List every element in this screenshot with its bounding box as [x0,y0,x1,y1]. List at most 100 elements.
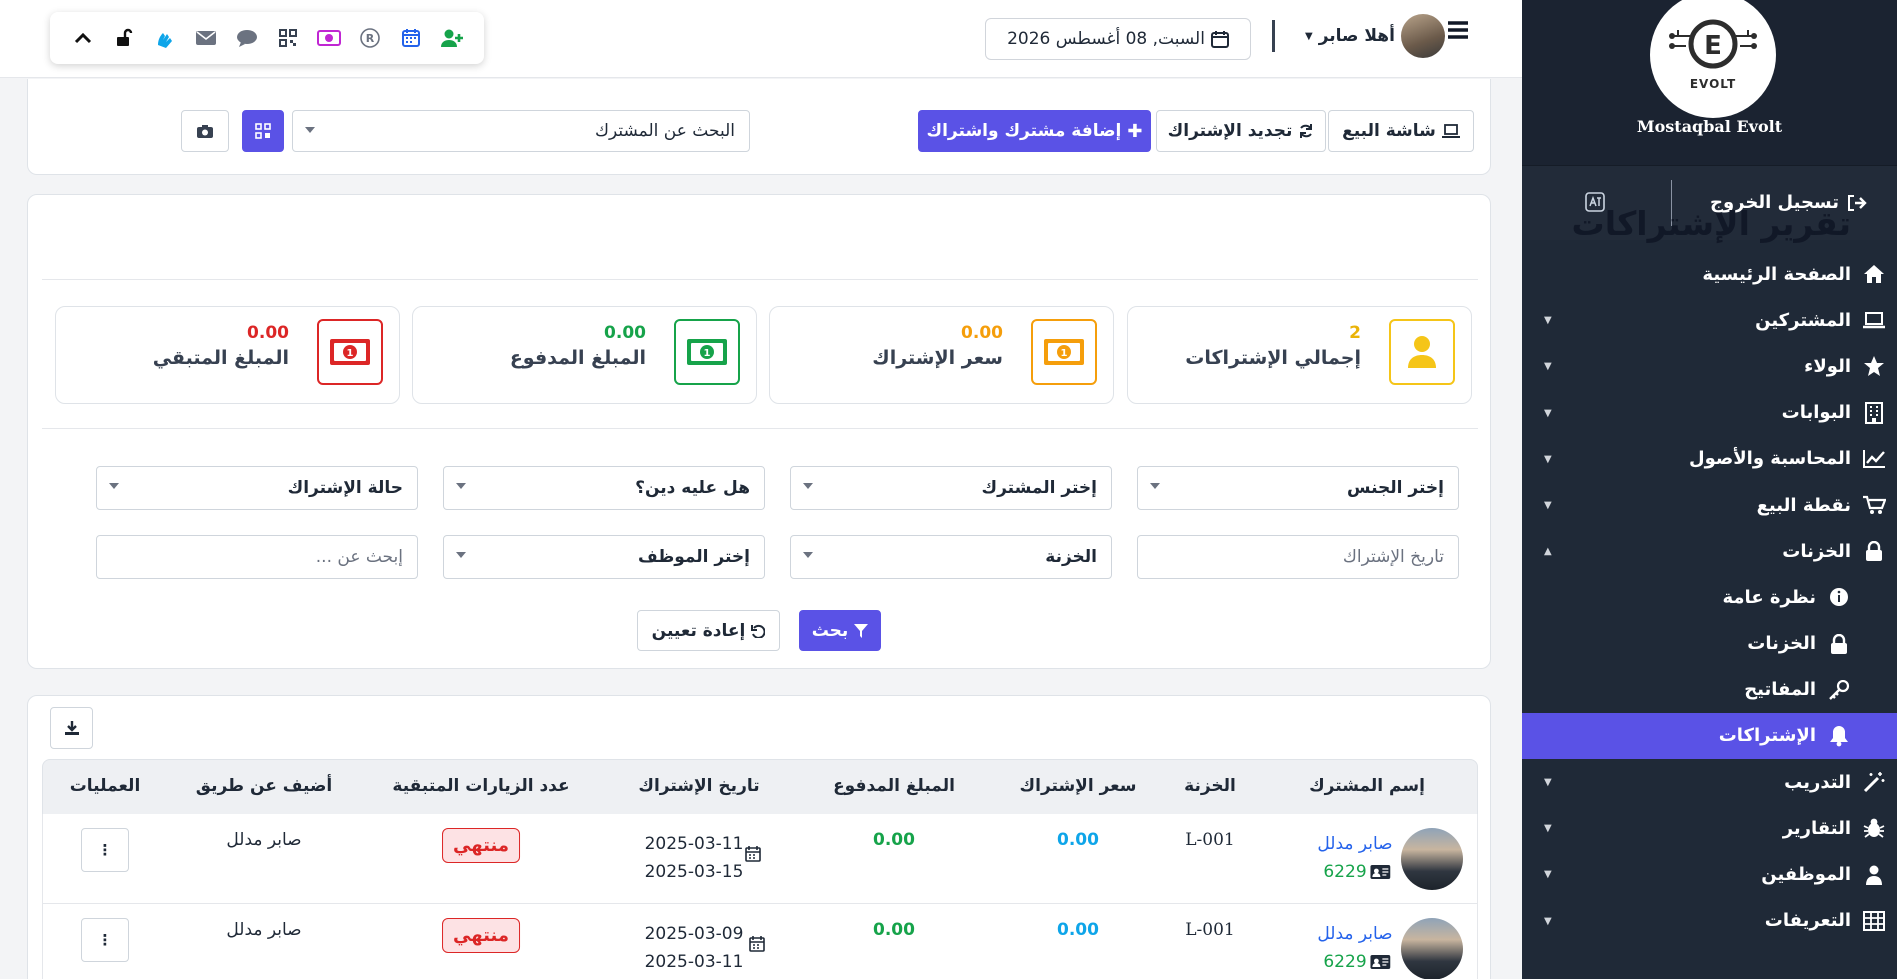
report-card [27,194,1491,669]
money-bill-icon[interactable] [316,25,342,51]
qrcode-icon [255,123,271,139]
sidebar-item-6[interactable]: الخزنات ▲ [1522,528,1897,574]
status-select[interactable]: حالة الإشتراك [96,466,418,510]
row-actions-button[interactable]: ⋮ [81,918,129,962]
brand-logo[interactable]: E EVOLT [1650,0,1776,118]
qrcode-icon[interactable] [275,25,301,51]
sidebar-item-9[interactable]: المفاتيح [1522,667,1897,713]
wand-icon [1861,771,1887,793]
calendar-icon [745,846,761,862]
sidebar-item-label: البوابات [1781,402,1851,424]
camera-button[interactable] [181,110,229,152]
hands-icon[interactable] [152,25,178,51]
qr-scan-button[interactable] [242,110,284,152]
stat-value: 0.00 [604,323,646,343]
renew-subscription-button[interactable]: تجديد الإشتراك [1156,110,1326,152]
lock-icon [1826,633,1852,655]
avatar [1400,14,1445,58]
chevron-down-icon: ▼ [1544,315,1552,327]
date-display[interactable]: السبت, 08 أغسطس 2026 [985,18,1251,60]
star-icon [1861,355,1887,377]
status-select-value: حالة الإشتراك [287,478,403,498]
sidebar-item-label: التدريب [1784,771,1851,793]
chevron-down-icon: ▼ [1544,499,1552,511]
chevron-down-icon: ▼ [1544,361,1552,373]
registered-icon[interactable]: R [357,25,383,51]
user-greeting: أهلا صابر [1318,26,1395,46]
sidebar-item-10[interactable]: الإشتراكات [1522,712,1897,760]
paid-cell: 0.00 [873,920,915,940]
divider [42,428,1478,429]
sidebar-item-14[interactable]: التعريفات ▼ [1522,898,1897,944]
sidebar-item-3[interactable]: البوابات ▼ [1522,390,1897,436]
add-subscriber-label: إضافة مشترك واشتراك [926,121,1122,141]
plus-icon: ✚ [1127,120,1143,142]
user-plus-icon[interactable] [439,25,465,51]
search-input[interactable]: إبحث عن ... [96,535,418,579]
chevron-down-icon: ▼ [1544,407,1552,419]
sidebar-item-label: المشتركين [1755,309,1851,331]
reset-button[interactable]: إعادة تعيين [637,610,780,651]
menu-toggle-icon[interactable] [1447,20,1469,40]
stat-label: إجمالي الإشتراكات [1185,347,1361,369]
envelope-icon[interactable] [193,25,219,51]
sidebar-item-label: نقطة البيع [1756,494,1851,516]
sidebar-item-5[interactable]: نقطة البيع ▼ [1522,482,1897,528]
money-bill-icon: 1 [1031,319,1097,385]
caret-icon [109,483,119,489]
user-menu[interactable]: أهلا صابر ▼ [1305,14,1445,58]
sidebar-item-11[interactable]: التدريب ▼ [1522,759,1897,805]
sidebar-item-0[interactable]: الصفحة الرئيسية [1522,251,1897,297]
unlock-icon[interactable] [111,25,137,51]
date-to-cell: 2025-03-11 [644,952,744,972]
add-subscriber-button[interactable]: ✚ إضافة مشترك واشتراك [918,110,1151,152]
sidebar-item-label: المفاتيح [1744,679,1816,701]
sidebar-item-label: الولاء [1804,355,1851,377]
sidebar-item-12[interactable]: التقارير ▼ [1522,805,1897,851]
sidebar-item-1[interactable]: المشتركين ▼ [1522,297,1897,343]
subscriber-search-select[interactable]: البحث عن المشترك [292,110,750,152]
subscription-date-field[interactable]: تاريخ الإشتراك [1137,535,1459,579]
sidebar-item-4[interactable]: المحاسبة والأصول ▼ [1522,436,1897,482]
home-icon [1861,263,1887,285]
gender-select[interactable]: إختر الجنس [1137,466,1459,510]
sidebar-item-13[interactable]: الموظفين ▼ [1522,851,1897,897]
treasury-cell: L-001 [1185,830,1235,850]
comment-icon[interactable] [234,25,260,51]
chevron-up-icon[interactable] [70,25,96,51]
caret-icon [803,483,813,489]
svg-text:1: 1 [347,348,354,359]
sidebar-item-8[interactable]: الخزنات [1522,621,1897,667]
stat-label: المبلغ المتبقي [152,347,289,369]
employee-select-value: إختر الموظف [637,547,750,567]
bell-icon [1826,725,1852,747]
chevron-down-icon: ▼ [1544,777,1552,789]
treasury-select[interactable]: الخزنة [790,535,1112,579]
sidebar-item-7[interactable]: نظرة عامة [1522,574,1897,620]
sidebar-item-label: التقارير [1782,817,1851,839]
row-actions-button[interactable]: ⋮ [81,828,129,872]
subscriber-code-value: 6229 [1323,862,1367,882]
subscriber-select[interactable]: إختر المشترك [790,466,1112,510]
stat-value: 0.00 [247,323,289,343]
export-button[interactable] [50,707,93,749]
date-from-cell: 2025-03-09 [644,924,744,944]
stat-total-subscriptions: 2 إجمالي الإشتراكات [1127,306,1472,404]
search-button[interactable]: بحث [799,610,881,651]
filter-icon [854,623,869,638]
subscriber-name-link[interactable]: صابر مدلل [1317,924,1392,944]
caret-icon [456,552,466,558]
pos-screen-button[interactable]: شاشة البيع [1328,110,1474,152]
building-icon [1861,401,1887,424]
money-bill-icon: 1 [674,319,740,385]
calendar-icon[interactable] [398,25,424,51]
col-header-treasury: الخزنة [1184,776,1236,796]
money-bill-icon: 1 [317,319,383,385]
subscriber-name-link[interactable]: صابر مدلل [1317,834,1392,854]
sidebar-item-2[interactable]: الولاء ▼ [1522,343,1897,389]
treasury-cell: L-001 [1185,920,1235,940]
employee-select[interactable]: إختر الموظف [443,535,765,579]
debt-select[interactable]: هل عليه دين؟ [443,466,765,510]
id-card-icon [1370,865,1391,879]
table-icon [1861,910,1887,932]
